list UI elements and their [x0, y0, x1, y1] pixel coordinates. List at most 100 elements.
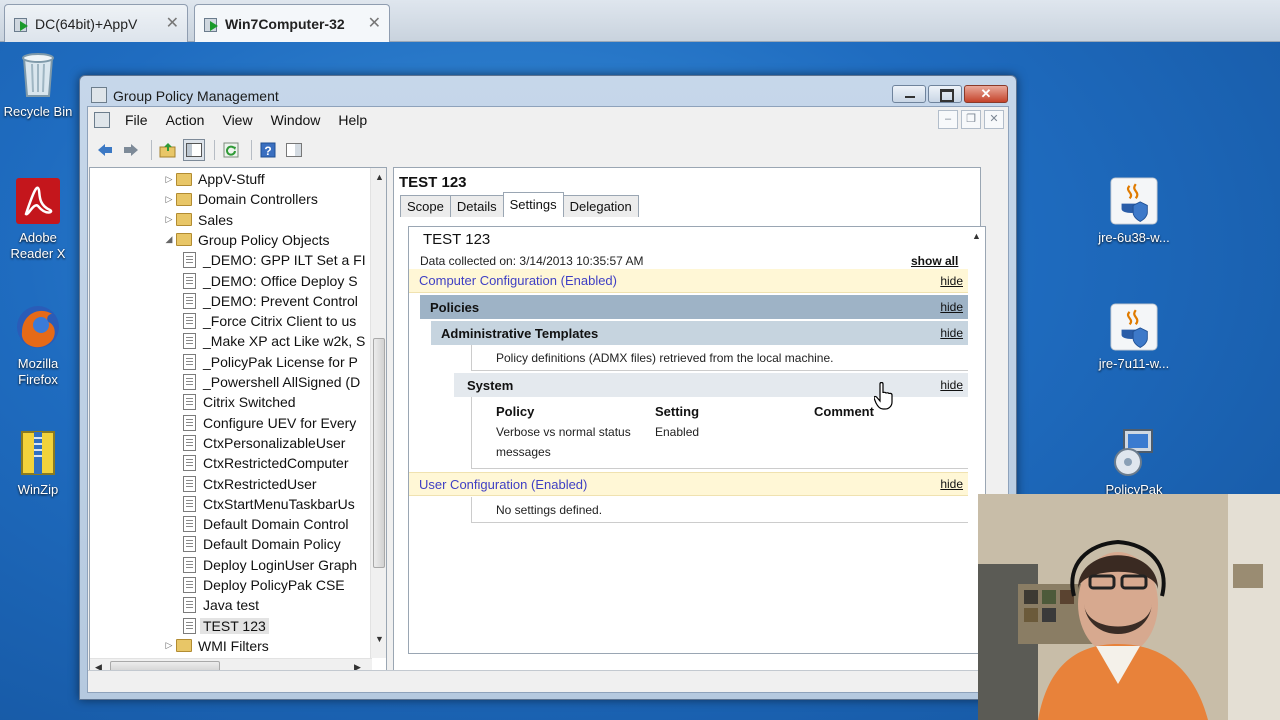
vm-tab-dc[interactable]: DC(64bit)+AppV ✕ — [4, 4, 188, 42]
folder-icon — [176, 639, 192, 653]
mdi-doc-icon[interactable] — [94, 112, 110, 128]
tree-item[interactable]: CtxRestrictedComputer — [183, 453, 349, 473]
tree-item[interactable]: CtxPersonalizableUser — [183, 433, 345, 453]
close-icon[interactable]: ✕ — [368, 13, 381, 33]
system-header[interactable]: System hide — [454, 373, 974, 397]
show-all-link[interactable]: show all — [911, 254, 958, 268]
refresh-icon[interactable] — [220, 139, 242, 161]
desktop-icon-jre7[interactable]: jre-7u11-w... — [1096, 302, 1172, 372]
expand-arrow-icon[interactable]: ▷ — [162, 214, 176, 225]
hide-link[interactable]: hide — [940, 378, 963, 392]
tree-item[interactable]: _PolicyPak License for P — [183, 352, 358, 372]
section-label: Computer Configuration (Enabled) — [419, 273, 617, 288]
vm-tab-win7[interactable]: Win7Computer-32 ✕ — [194, 4, 390, 42]
hide-link[interactable]: hide — [940, 326, 963, 340]
scroll-up-icon[interactable]: ▲ — [972, 231, 981, 241]
collapse-arrow-icon[interactable]: ◢ — [162, 234, 176, 245]
tab-details[interactable]: Details — [449, 195, 504, 217]
section-label: Administrative Templates — [441, 325, 599, 341]
scroll-up-icon[interactable]: ▲ — [375, 172, 384, 182]
show-hide-console-tree-icon[interactable] — [183, 139, 205, 161]
mdi-minimize-button[interactable]: – — [938, 110, 958, 129]
winzip-icon — [14, 428, 62, 478]
desktop-icon-recycle-bin[interactable]: Recycle Bin — [0, 50, 76, 120]
policies-header[interactable]: Policies hide — [420, 295, 974, 319]
mdi-close-button[interactable]: ✕ — [984, 110, 1004, 129]
scroll-down-icon[interactable]: ▼ — [375, 634, 384, 644]
menu-window[interactable]: Window — [262, 112, 330, 128]
forward-arrow-icon[interactable] — [120, 139, 142, 161]
hide-link[interactable]: hide — [940, 274, 963, 288]
properties-pane-icon[interactable] — [283, 139, 305, 161]
expand-arrow-icon[interactable]: ▷ — [162, 174, 176, 185]
report-title: TEST 123 — [423, 231, 491, 248]
close-button[interactable] — [964, 85, 1008, 103]
user-configuration-header[interactable]: User Configuration (Enabled) hide — [409, 472, 974, 496]
tree-item[interactable]: _DEMO: Prevent Control — [183, 291, 358, 311]
window-title: Group Policy Management — [113, 88, 279, 104]
admx-note: Policy definitions (ADMX files) retrieve… — [496, 351, 834, 365]
scrollbar-thumb[interactable] — [373, 338, 385, 568]
tree-item-label: CtxPersonalizableUser — [203, 434, 346, 451]
tree-item[interactable]: ▷ WMI Filters — [162, 636, 269, 656]
tree-item[interactable]: _Make XP act Like w2k, S — [183, 331, 365, 351]
data-collected-text: Data collected on: 3/14/2013 10:35:57 AM — [420, 254, 644, 268]
up-folder-icon[interactable] — [157, 139, 179, 161]
desktop-icon-policypak[interactable]: PolicyPak — [1096, 428, 1172, 494]
back-arrow-icon[interactable] — [94, 139, 116, 161]
tab-settings[interactable]: Settings — [502, 192, 564, 217]
computer-configuration-header[interactable]: Computer Configuration (Enabled) hide — [409, 269, 974, 293]
menu-help[interactable]: Help — [329, 112, 376, 128]
tree-item[interactable]: CtxStartMenuTaskbarUs — [183, 494, 355, 514]
expand-arrow-icon[interactable]: ▷ — [162, 194, 176, 205]
tree-item[interactable]: _DEMO: GPP ILT Set a FI — [183, 250, 366, 270]
desktop-icon-winzip[interactable]: WinZip — [0, 428, 76, 498]
column-setting: Setting — [655, 404, 700, 419]
hide-link[interactable]: hide — [940, 477, 963, 491]
tree-item[interactable]: _Powershell AllSigned (D — [183, 372, 360, 392]
gpo-icon — [183, 434, 196, 451]
gpo-title: TEST 123 — [399, 174, 467, 191]
folder-icon — [176, 233, 192, 247]
tree-item[interactable]: _Force Citrix Client to us — [183, 311, 356, 331]
tree-vertical-scrollbar[interactable]: ▲ ▼ — [370, 168, 386, 658]
tree-item-label: Configure UEV for Every — [203, 414, 357, 431]
desktop-icon-adobe-reader[interactable]: Adobe Reader X — [0, 176, 76, 262]
vm-tab-label: Win7Computer-32 — [225, 15, 345, 32]
tree-item[interactable]: Citrix Switched — [183, 392, 296, 412]
tree-item[interactable]: ▷ Domain Controllers — [162, 189, 318, 209]
desktop-icon-jre6[interactable]: jre-6u38-w... — [1096, 176, 1172, 246]
tree-item[interactable]: CtxRestrictedUser — [183, 474, 317, 494]
desktop-icon-firefox[interactable]: Mozilla Firefox — [0, 302, 76, 388]
expand-arrow-icon[interactable]: ▷ — [162, 640, 176, 651]
tree-item[interactable]: ▷ AppV-Stuff — [162, 169, 265, 189]
menu-action[interactable]: Action — [157, 112, 214, 128]
tab-scope[interactable]: Scope — [400, 195, 451, 217]
tree-item[interactable]: TEST 123 — [183, 616, 269, 636]
mdi-restore-button[interactable]: ❐ — [961, 110, 981, 129]
gpo-icon — [183, 577, 196, 593]
tree-item[interactable]: Deploy LoginUser Graph — [183, 555, 357, 575]
tree-item[interactable]: ◢ Group Policy Objects — [162, 230, 330, 250]
close-icon[interactable]: ✕ — [166, 13, 179, 33]
administrative-templates-header[interactable]: Administrative Templates hide — [431, 321, 974, 345]
menu-view[interactable]: View — [213, 112, 261, 128]
tree-item[interactable]: ▷ Sales — [162, 210, 234, 230]
tree-item[interactable]: Deploy PolicyPak CSE — [183, 575, 345, 595]
system-settings-table: Policy Setting Comment Verbose vs normal… — [471, 397, 974, 469]
menu-file[interactable]: File — [116, 112, 157, 128]
tree-item[interactable]: Configure UEV for Every — [183, 413, 356, 433]
tab-delegation[interactable]: Delegation — [562, 195, 639, 217]
minimize-button[interactable] — [892, 85, 926, 103]
hide-link[interactable]: hide — [940, 300, 963, 314]
tree-item[interactable]: Default Domain Policy — [183, 534, 341, 554]
column-policy: Policy — [496, 404, 535, 419]
toolbar-separator — [151, 140, 152, 160]
toolbar: ? — [88, 135, 1008, 165]
tree-item[interactable]: _DEMO: Office Deploy S — [183, 271, 358, 291]
tree-item[interactable]: Java test — [183, 595, 259, 615]
tree-item-label: TEST 123 — [200, 617, 269, 634]
tree-item[interactable]: Default Domain Control — [183, 514, 349, 534]
maximize-button[interactable] — [928, 85, 962, 103]
help-icon[interactable]: ? — [257, 139, 279, 161]
